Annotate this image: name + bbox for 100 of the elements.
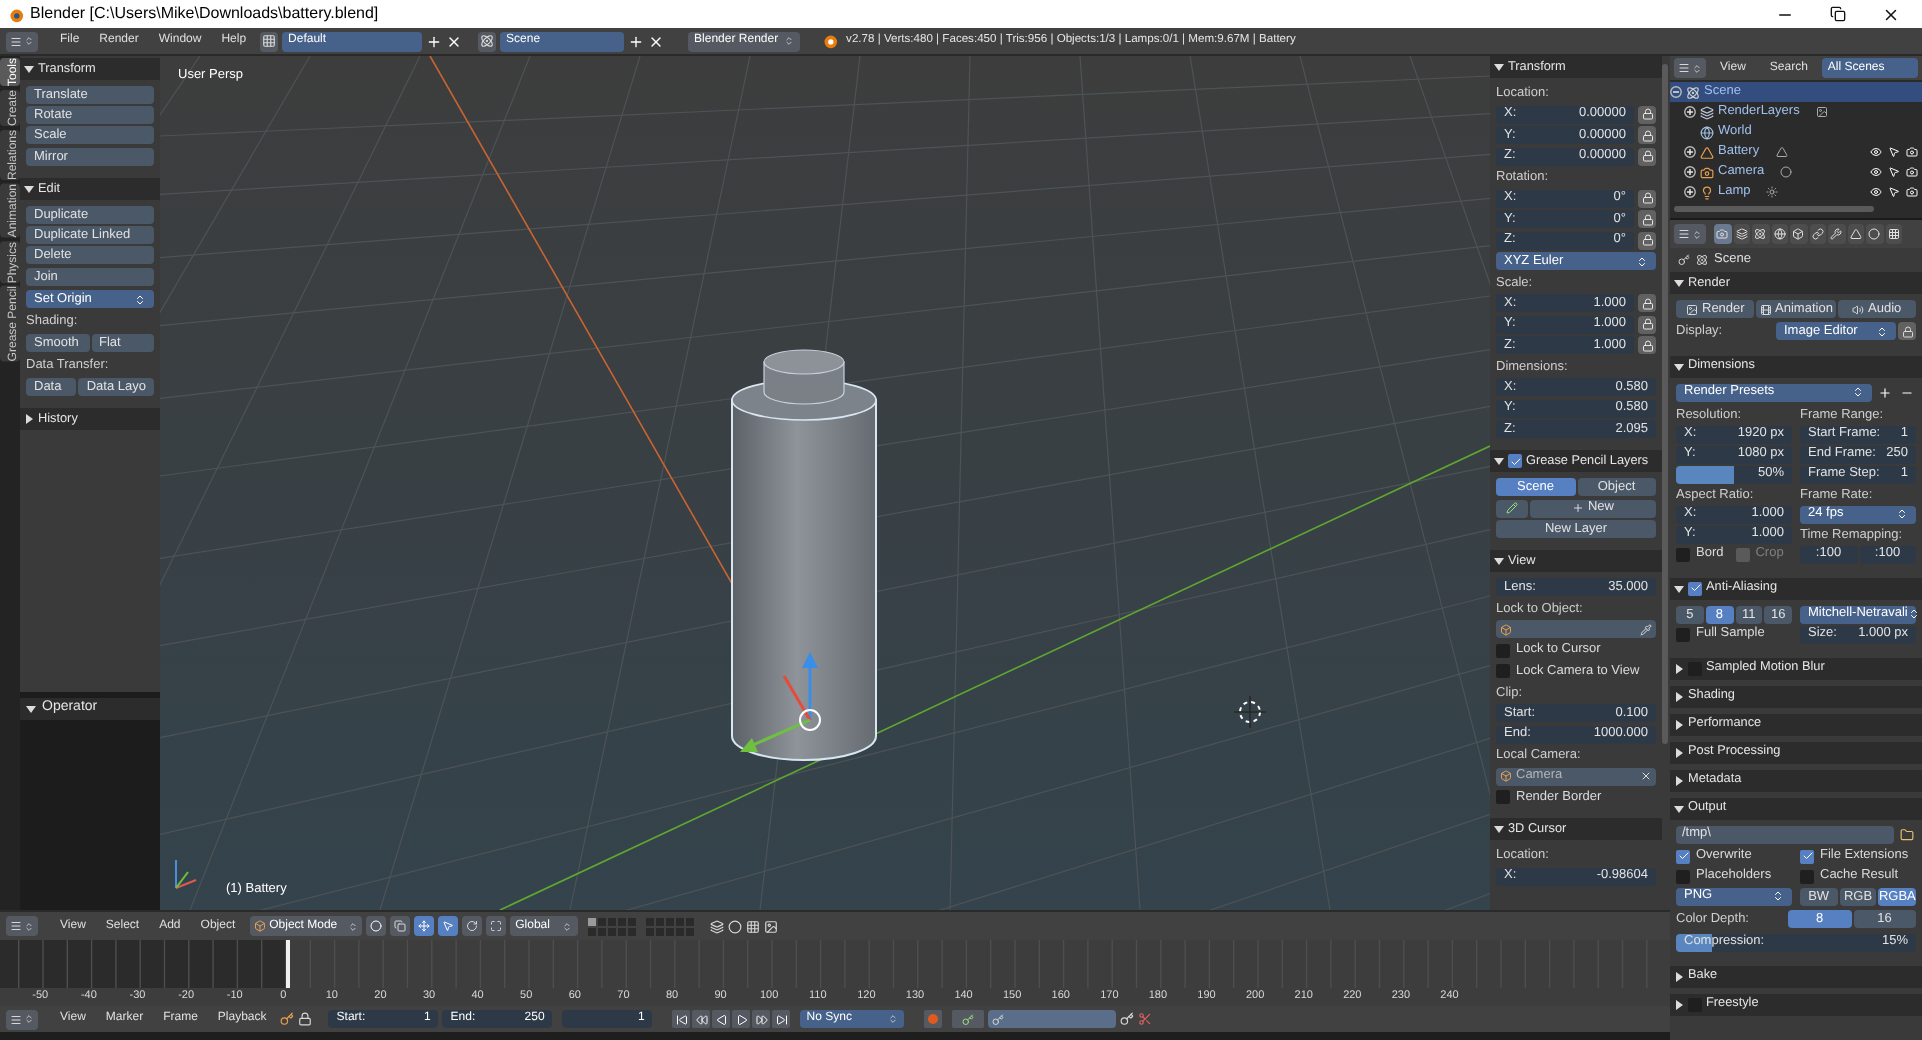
- playback-button[interactable]: [732, 1010, 751, 1028]
- editor-type-button[interactable]: [1674, 224, 1706, 244]
- expand-icon[interactable]: [1684, 186, 1696, 198]
- checkbox[interactable]: [1800, 849, 1814, 864]
- playback-button[interactable]: [752, 1010, 771, 1028]
- checkbox[interactable]: [1496, 790, 1510, 804]
- translate-icon: [441, 920, 454, 932]
- editor-type-icon: [10, 1013, 22, 1025]
- properties-tab[interactable]: [1847, 224, 1864, 244]
- pencil-button[interactable]: [1496, 499, 1528, 517]
- layer-grid[interactable]: [587, 917, 636, 935]
- editor-type-button[interactable]: [6, 916, 38, 936]
- layout-button[interactable]: [260, 31, 279, 51]
- lock-button[interactable]: [1638, 126, 1656, 144]
- blender-logo-icon: [820, 32, 839, 50]
- material-icon: [1868, 228, 1881, 240]
- cube-icon: [1500, 623, 1512, 635]
- close-button[interactable]: [1882, 5, 1900, 23]
- properties-tab[interactable]: [1790, 224, 1807, 244]
- lock-button[interactable]: [1898, 322, 1916, 341]
- lamp-data-icon: [1766, 186, 1779, 198]
- properties-tab[interactable]: [1771, 224, 1788, 244]
- shading-dropdown[interactable]: [365, 916, 386, 936]
- renderlayers-icon: [1700, 105, 1714, 119]
- lock-icon: [1641, 192, 1653, 204]
- properties-tab[interactable]: [1733, 224, 1750, 244]
- pencil-icon: [1506, 502, 1518, 514]
- scene-icon: [1754, 228, 1767, 240]
- constraints-icon: [1811, 228, 1824, 240]
- record-button[interactable]: [924, 1010, 943, 1028]
- playback-button[interactable]: [692, 1010, 711, 1028]
- pivot-dropdown[interactable]: [389, 916, 410, 936]
- manipulator-toggle[interactable]: [437, 916, 458, 936]
- checkbox[interactable]: [1676, 849, 1690, 864]
- collapse-icon[interactable]: [1670, 86, 1682, 98]
- editor-type-button[interactable]: [6, 1009, 38, 1029]
- camera-data-icon: [1780, 166, 1793, 178]
- checkbox[interactable]: [1676, 869, 1690, 884]
- lock-button[interactable]: [1638, 147, 1656, 165]
- add-preset-button[interactable]: [1874, 383, 1894, 402]
- properties-tab[interactable]: [1866, 224, 1883, 244]
- checkbox[interactable]: [1496, 643, 1510, 657]
- editor-type-button[interactable]: [6, 31, 38, 51]
- checkbox[interactable]: [1508, 454, 1522, 468]
- lock-button[interactable]: [1638, 294, 1656, 312]
- lock-button[interactable]: [1638, 189, 1656, 207]
- world-icon: [1773, 228, 1786, 240]
- scene-button[interactable]: [478, 31, 497, 51]
- properties-tab[interactable]: [1809, 224, 1826, 244]
- render-icon: [1716, 228, 1729, 240]
- checkbox[interactable]: [1800, 869, 1814, 884]
- cube-icon: [1500, 770, 1512, 782]
- lock-icon: [1641, 234, 1653, 246]
- expand-icon[interactable]: [1684, 146, 1696, 158]
- key-icon: [992, 1013, 1005, 1025]
- checkbox[interactable]: [1676, 547, 1690, 562]
- keying-button[interactable]: [952, 1010, 985, 1028]
- layout-icon: [262, 34, 277, 48]
- playback-button[interactable]: [712, 1010, 731, 1028]
- checkbox[interactable]: [1688, 997, 1702, 1011]
- playback-button[interactable]: [672, 1010, 691, 1028]
- axis-gizmo-icon: [175, 859, 197, 889]
- checkbox[interactable]: [1676, 627, 1690, 642]
- transform-manipulator-icon: [740, 652, 821, 752]
- renderability-icon: [1906, 186, 1918, 198]
- properties-tab[interactable]: [1714, 224, 1731, 244]
- keyframe-icon: [280, 1012, 295, 1026]
- editor-type-button[interactable]: [1674, 58, 1706, 78]
- lock-button[interactable]: [1638, 315, 1656, 333]
- editor-type-icon: [1678, 228, 1690, 240]
- restore-button[interactable]: [1830, 5, 1846, 23]
- mesh-icon: [1700, 145, 1714, 159]
- object-field[interactable]: [1496, 620, 1656, 638]
- folder-button[interactable]: [1896, 825, 1916, 844]
- lock-button[interactable]: [1638, 231, 1656, 249]
- manipulator-toggle[interactable]: [461, 916, 482, 936]
- scrollbar[interactable]: [1674, 206, 1874, 212]
- checkbox[interactable]: [1688, 581, 1702, 596]
- checkbox[interactable]: [1688, 661, 1702, 676]
- scene-icon: [1696, 254, 1708, 266]
- lock-button[interactable]: [1638, 336, 1656, 354]
- properties-tab[interactable]: [1828, 224, 1845, 244]
- plus-icon: [1877, 385, 1891, 400]
- keying-set-field[interactable]: [988, 1010, 1117, 1028]
- lock-button[interactable]: [1638, 105, 1656, 123]
- expand-icon[interactable]: [1684, 166, 1696, 178]
- properties-tab[interactable]: [1885, 224, 1902, 244]
- render-icon: [1686, 303, 1698, 315]
- manipulator-toggle[interactable]: [413, 916, 434, 936]
- renderability-icon: [1906, 166, 1918, 178]
- lock-icon: [1641, 213, 1653, 225]
- scrollbar[interactable]: [1662, 64, 1668, 744]
- checkbox[interactable]: [1496, 664, 1510, 678]
- properties-tab[interactable]: [1752, 224, 1769, 244]
- lock-button[interactable]: [1638, 210, 1656, 228]
- playhead[interactable]: [285, 940, 290, 988]
- expand-icon[interactable]: [1684, 106, 1696, 118]
- updown-icon: [561, 921, 572, 931]
- manipulator-toggle[interactable]: [485, 916, 506, 936]
- playback-button[interactable]: [772, 1010, 791, 1028]
